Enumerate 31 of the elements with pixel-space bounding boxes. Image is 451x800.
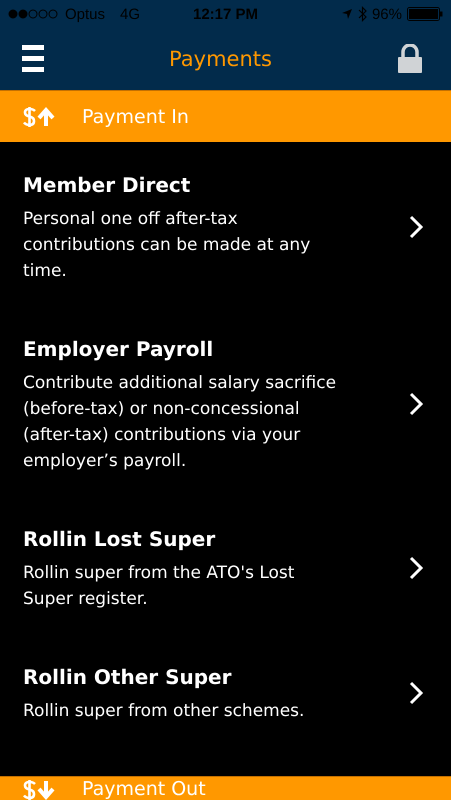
- lock-icon[interactable]: [396, 44, 423, 74]
- chevron-right-icon: [409, 215, 423, 239]
- status-time: 12:17 PM: [192, 6, 258, 22]
- battery-icon: [407, 7, 443, 21]
- screen-title: Payments: [169, 47, 272, 71]
- dollar-arrow-icon: [22, 779, 56, 800]
- option-title: Employer Payroll: [23, 336, 214, 363]
- option-description: Personal one off after-tax contributions can be made at any time.: [23, 208, 312, 283]
- chevron-right-icon: [409, 556, 423, 580]
- payment-option[interactable]: Rollin Lost Super Rollin super from the ATO's Lost Super register.: [0, 496, 451, 634]
- bluetooth-icon: [358, 6, 367, 22]
- payment-option[interactable]: Employer Payroll Contribute additional salary sacrifice (before-tax) or non-concessional (after-tax) contributions via your employer’s payroll.: [0, 306, 451, 496]
- carrier-label: Optus: [65, 6, 106, 22]
- option-title: Rollin Other Super: [23, 664, 232, 691]
- chevron-right-icon: [409, 392, 423, 416]
- option-description: Rollin super from the ATO's Lost Super register.: [23, 562, 296, 611]
- section-title: Payment Out: [82, 779, 206, 799]
- signal-icon: [8, 9, 60, 19]
- location-icon: [340, 8, 353, 20]
- option-description: Contribute additional salary sacrifice (before-tax) or non-concessional (after-tax) contributions via your employer’s payroll.: [23, 372, 338, 473]
- chevron-right-icon: [409, 681, 423, 705]
- network-label: 4G: [120, 6, 140, 22]
- payment-option[interactable]: Rollin Other Super Rollin super from other schemes.: [0, 634, 451, 746]
- option-title: Rollin Lost Super: [23, 526, 216, 553]
- payment-option[interactable]: Member Direct Personal one off after-tax contributions can be made at any time.: [0, 142, 451, 306]
- menu-icon[interactable]: [22, 44, 44, 74]
- battery-label: 96%: [372, 6, 402, 22]
- section-title: Payment In: [82, 106, 189, 126]
- dollar-arrow-icon: [22, 106, 56, 128]
- option-description: Rollin super from other schemes.: [23, 700, 306, 723]
- option-title: Member Direct: [23, 172, 192, 199]
